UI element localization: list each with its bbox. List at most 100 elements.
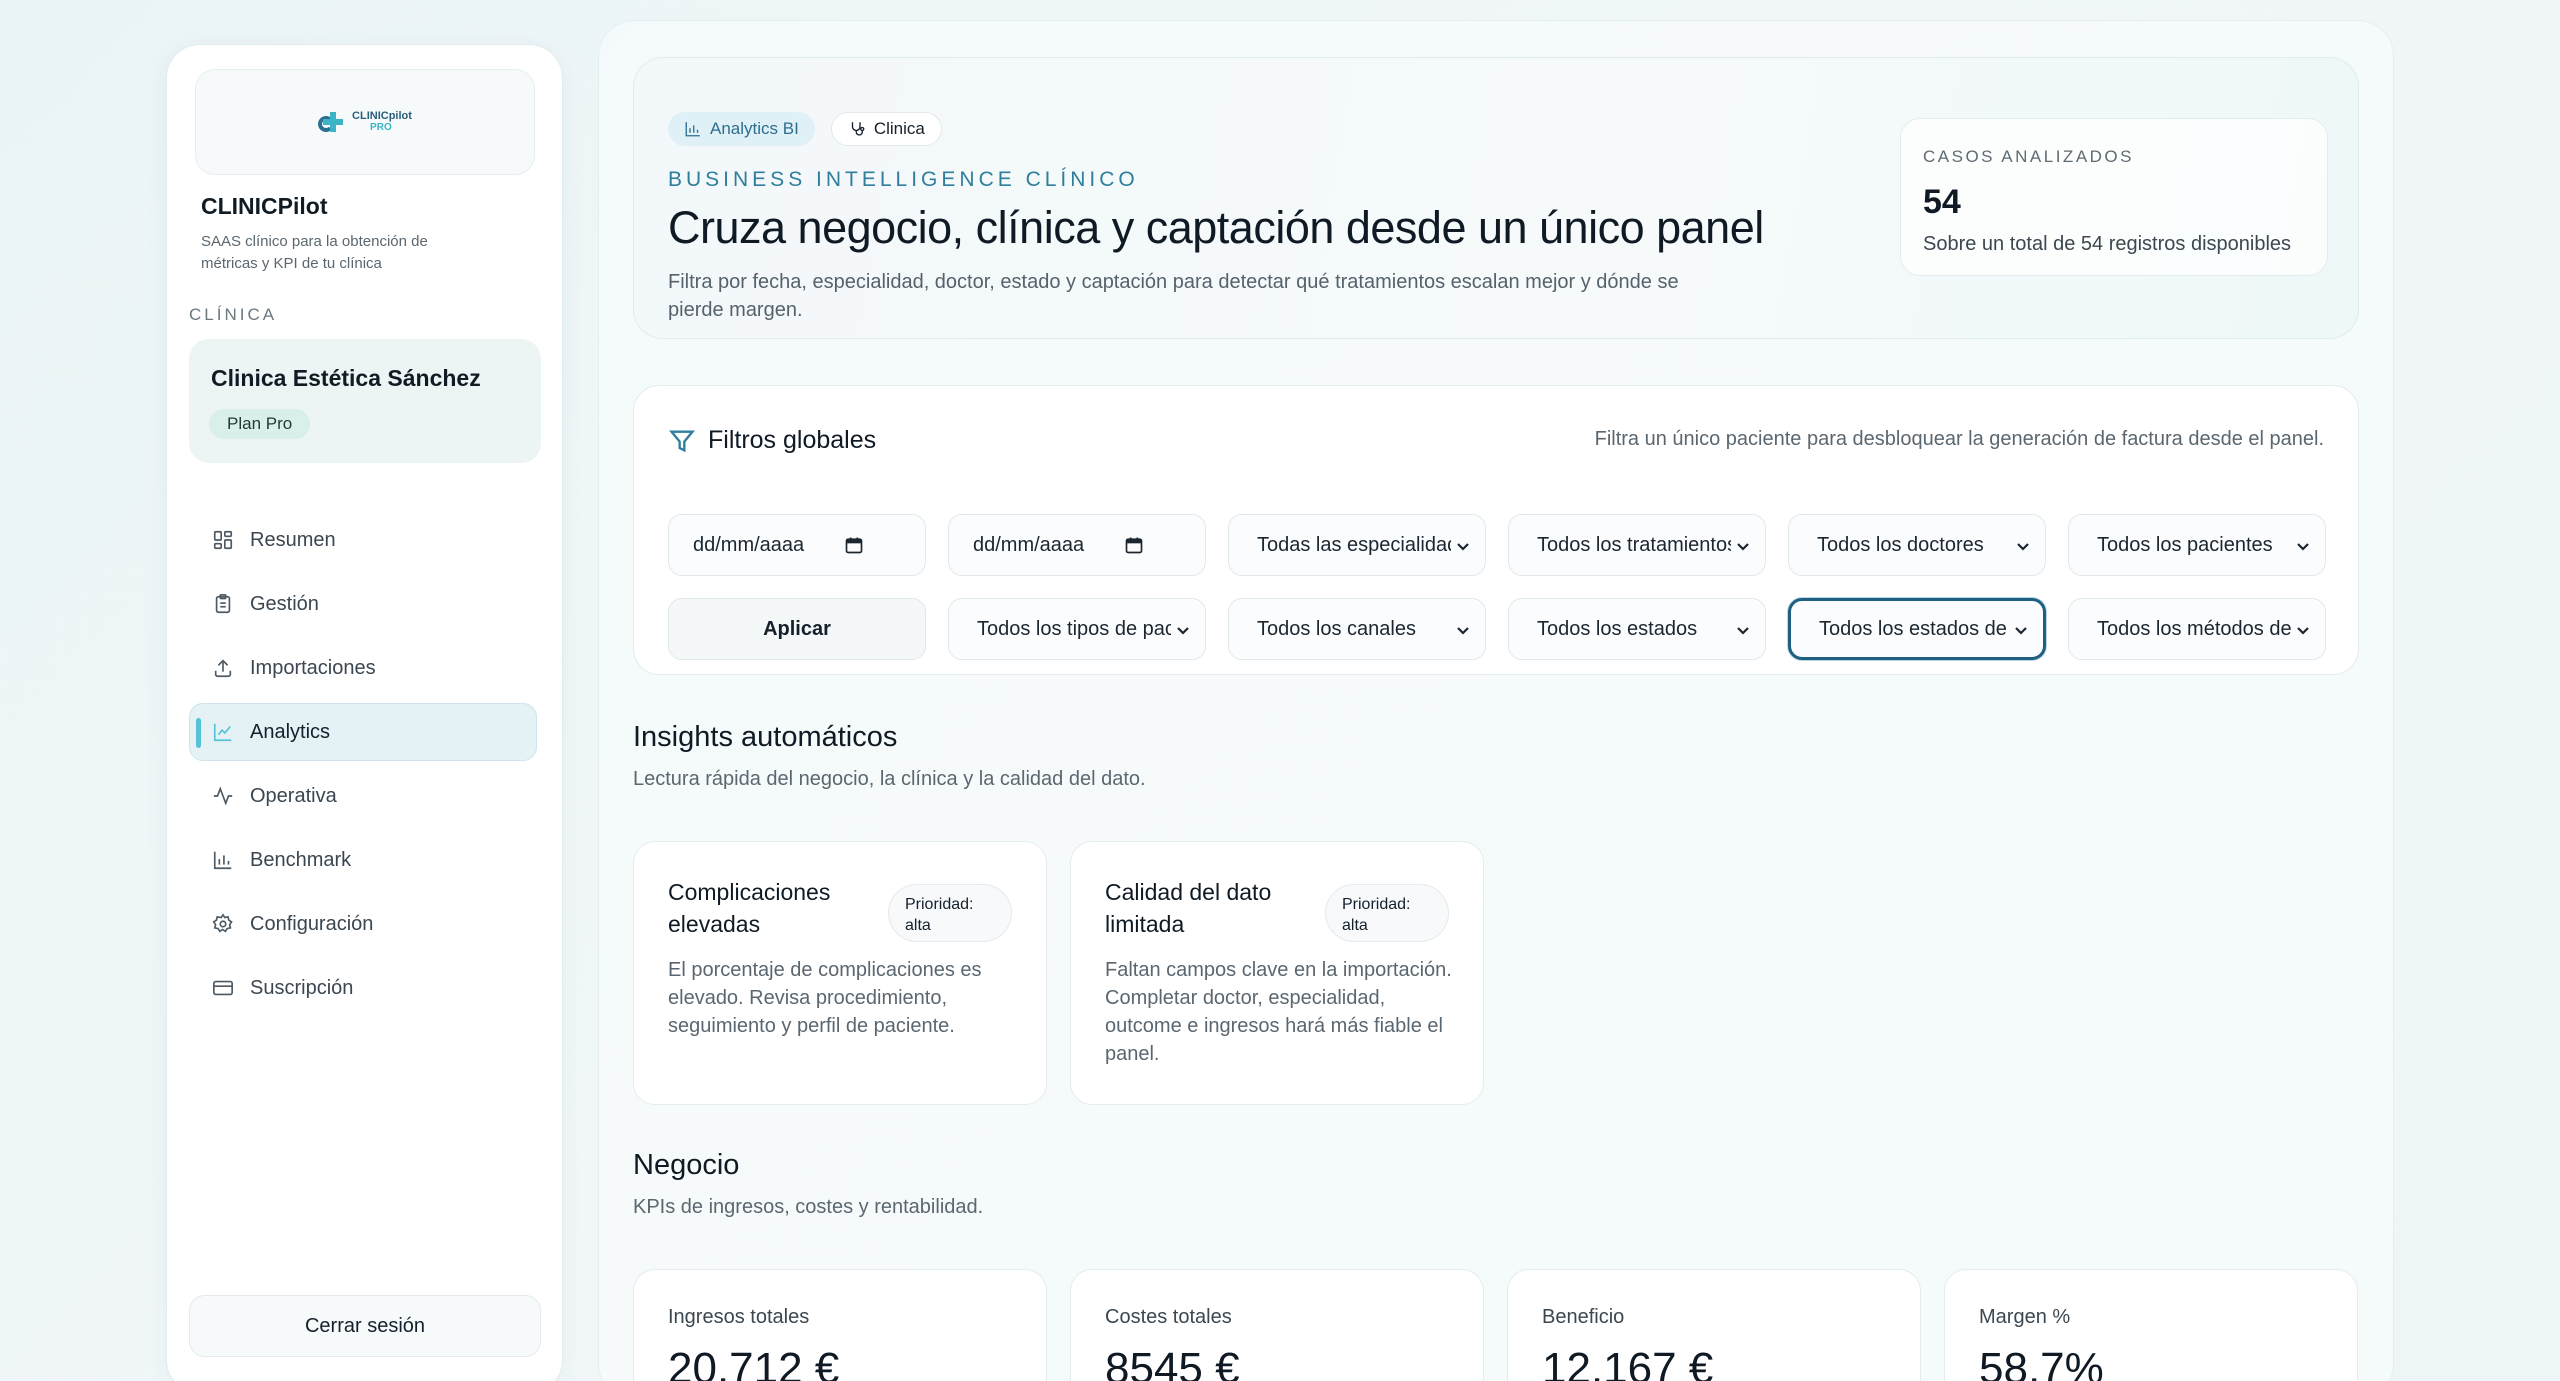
sidebar-item-label: Gestión xyxy=(250,592,319,615)
cases-analyzed-card: CASOS ANALIZADOS 54 Sobre un total de 54… xyxy=(1900,118,2328,276)
bar-chart-icon xyxy=(685,122,700,137)
insights-subtitle: Lectura rápida del negocio, la clínica y… xyxy=(633,768,1146,790)
sidebar-item-gestion[interactable]: Gestión xyxy=(189,575,537,633)
bar-chart-icon xyxy=(212,849,234,871)
hero-description: Filtra por fecha, especialidad, doctor, … xyxy=(668,271,1679,321)
sidebar-item-operativa[interactable]: Operativa xyxy=(189,767,537,825)
kpi-label: Margen % xyxy=(1979,1306,2071,1328)
kpi-card-costes: Costes totales 8545 € xyxy=(1070,1269,1484,1381)
insights-title: Insights automáticos xyxy=(633,721,898,753)
sidebar-item-suscripcion[interactable]: Suscripción xyxy=(189,959,537,1017)
payment-status-select[interactable]: Todos los estados de pago xyxy=(1788,598,2046,660)
calendar-icon[interactable] xyxy=(844,535,864,555)
stethoscope-icon xyxy=(851,122,865,136)
sidebar-item-label: Configuración xyxy=(250,912,374,935)
apply-button[interactable]: Aplicar xyxy=(668,598,926,660)
chevron-down-icon xyxy=(1455,621,1471,637)
grid-icon xyxy=(212,529,234,551)
sidebar-item-label: Resumen xyxy=(250,528,336,551)
kpi-value: 20.712 € xyxy=(668,1344,840,1381)
kpi-label: Costes totales xyxy=(1105,1306,1232,1328)
status-select[interactable]: Todos los estados xyxy=(1508,598,1766,660)
kpi-value: 12.167 € xyxy=(1542,1344,1714,1381)
sidebar: CLINICpilot PRO CLINICPilot SAAS clínico… xyxy=(166,44,563,1381)
plan-badge: Plan Pro xyxy=(209,409,311,439)
insight-title: Complicaciones elevadas xyxy=(668,879,831,937)
sidebar-item-benchmark[interactable]: Benchmark xyxy=(189,831,537,889)
doctor-select[interactable]: Todos los doctores xyxy=(1788,514,2046,576)
insight-body: Faltan campos clave en la importación. C… xyxy=(1105,959,1452,1065)
kpi-label: Ingresos totales xyxy=(668,1306,810,1328)
main-content: Analytics BI Clinica BUSINESS INTELLIGEN… xyxy=(598,20,2394,1381)
cases-value: 54 xyxy=(1923,183,1961,221)
app-name: CLINICPilot xyxy=(201,193,328,219)
patient-select[interactable]: Todos los pacientes xyxy=(2068,514,2326,576)
channel-select[interactable]: Todos los canales xyxy=(1228,598,1486,660)
chevron-down-icon xyxy=(2295,537,2311,553)
logout-button[interactable]: Cerrar sesión xyxy=(189,1295,541,1357)
sidebar-item-resumen[interactable]: Resumen xyxy=(189,511,537,569)
activity-icon xyxy=(212,785,234,807)
hero-chips: Analytics BI Clinica xyxy=(668,112,942,146)
specialty-select[interactable]: Todas las especialidades xyxy=(1228,514,1486,576)
sidebar-item-label: Benchmark xyxy=(250,848,352,871)
line-chart-icon xyxy=(212,721,234,743)
priority-badge: Prioridad: alta xyxy=(888,884,1012,942)
kpi-card-ingresos: Ingresos totales 20.712 € xyxy=(633,1269,1047,1381)
logo-subtext: PRO xyxy=(370,122,392,133)
kpi-value: 58,7% xyxy=(1979,1344,2104,1381)
filter-icon xyxy=(669,430,695,452)
filters-row-1: dd/mm/aaaa dd/mm/aaaa Todas las especial… xyxy=(668,514,2326,576)
chip-clinica[interactable]: Clinica xyxy=(830,112,942,146)
treatment-select[interactable]: Todos los tratamientos xyxy=(1508,514,1766,576)
filters-title: Filtros globales xyxy=(708,426,877,454)
clinic-name: Clinica Estética Sánchez xyxy=(211,365,481,391)
page-title: Cruza negocio, clínica y captación desde… xyxy=(668,202,1764,253)
hero-panel: Analytics BI Clinica BUSINESS INTELLIGEN… xyxy=(633,57,2359,339)
kpi-label: Beneficio xyxy=(1542,1306,1625,1328)
hero-eyebrow: BUSINESS INTELLIGENCE CLÍNICO xyxy=(668,168,1139,191)
clinic-section-label: CLÍNICA xyxy=(189,305,278,324)
gear-icon xyxy=(212,913,234,935)
sidebar-item-analytics[interactable]: Analytics xyxy=(189,703,537,761)
chevron-down-icon xyxy=(2015,537,2031,553)
logo[interactable]: CLINICpilot PRO xyxy=(195,69,535,175)
patient-type-select[interactable]: Todos los tipos de paciente xyxy=(948,598,1206,660)
app-description: SAAS clínico para la obtención de métric… xyxy=(201,233,428,272)
sidebar-item-importaciones[interactable]: Importaciones xyxy=(189,639,537,697)
clinic-card[interactable]: Clinica Estética Sánchez Plan Pro xyxy=(189,339,541,463)
calendar-icon[interactable] xyxy=(1124,535,1144,555)
payment-method-select[interactable]: Todos los métodos de pago xyxy=(2068,598,2326,660)
filters-row-2: Aplicar Todos los tipos de paciente Todo… xyxy=(668,598,2326,660)
chip-analytics-bi[interactable]: Analytics BI xyxy=(668,112,815,146)
chevron-down-icon xyxy=(1455,537,1471,553)
sidebar-item-label: Analytics xyxy=(250,720,331,743)
cases-label: CASOS ANALIZADOS xyxy=(1923,147,2134,166)
clipboard-icon xyxy=(212,593,234,615)
logo-text: CLINICpilot xyxy=(352,110,412,122)
date-placeholder: dd/mm/aaaa xyxy=(973,533,1085,556)
credit-card-icon xyxy=(212,977,234,999)
insight-card: Calidad del dato limitada Prioridad: alt… xyxy=(1070,841,1484,1105)
chip-label: Analytics BI xyxy=(710,119,799,138)
chevron-down-icon xyxy=(2013,621,2029,637)
sidebar-item-label: Operativa xyxy=(250,784,337,807)
filters-note: Filtra un único paciente para desbloquea… xyxy=(1594,428,2324,450)
sidebar-item-label: Importaciones xyxy=(250,656,376,679)
sidebar-item-label: Suscripción xyxy=(250,976,354,999)
chevron-down-icon xyxy=(1175,621,1191,637)
negocio-title: Negocio xyxy=(633,1149,740,1181)
global-filters-panel: Filtros globales Filtra un único pacient… xyxy=(633,385,2359,675)
priority-badge: Prioridad: alta xyxy=(1325,884,1449,942)
chevron-down-icon xyxy=(1735,537,1751,553)
date-to-input[interactable]: dd/mm/aaaa xyxy=(948,514,1206,576)
date-from-input[interactable]: dd/mm/aaaa xyxy=(668,514,926,576)
insight-body: El porcentaje de complicaciones es eleva… xyxy=(668,959,982,1037)
date-placeholder: dd/mm/aaaa xyxy=(693,533,805,556)
cases-subtext: Sobre un total de 54 registros disponibl… xyxy=(1923,233,2292,255)
chevron-down-icon xyxy=(1735,621,1751,637)
sidebar-item-configuracion[interactable]: Configuración xyxy=(189,895,537,953)
logo-mark-icon xyxy=(318,110,344,134)
insight-card: Complicaciones elevadas Prioridad: alta … xyxy=(633,841,1047,1105)
chip-label: Clinica xyxy=(873,119,925,138)
